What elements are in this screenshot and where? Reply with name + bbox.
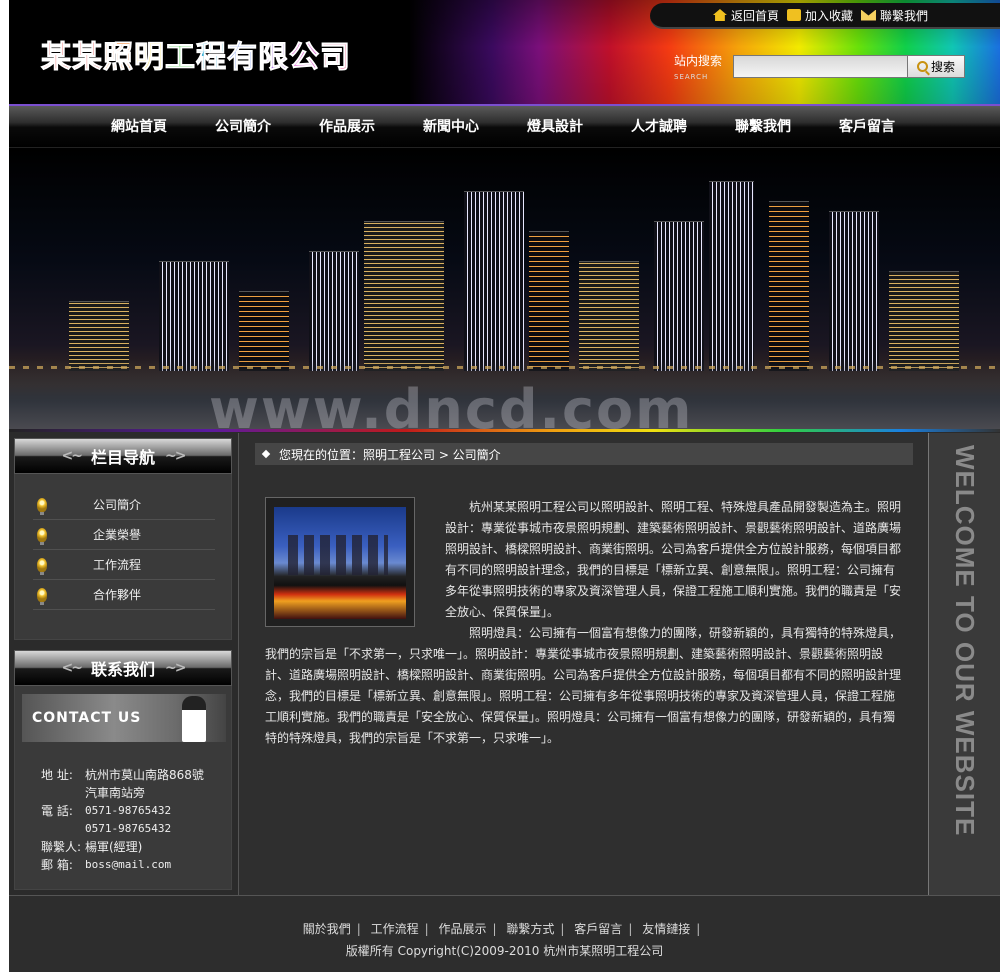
nav-item-news[interactable]: 新聞中心	[399, 116, 503, 136]
sidebar-item-about[interactable]: 公司簡介	[33, 490, 215, 520]
logo-char: 照	[103, 40, 134, 76]
lightbulb-icon	[37, 497, 47, 515]
contact-us-banner: CONTACT US	[22, 694, 226, 742]
contact-email[interactable]: boss@mail.com	[85, 856, 171, 874]
banner-building	[464, 191, 524, 371]
ornament-right-icon: ~>	[165, 448, 187, 464]
logo-char: 程	[196, 40, 227, 76]
top-links-bar: 返回首頁 加入收藏 聯繫我們	[650, 3, 1000, 29]
contact-header: <~ 联系我们 ~>	[14, 650, 232, 686]
footer-links: 關於我們 | 工作流程 | 作品展示 | 聯繫方式 | 客戶留言 | 友情鏈接 |	[302, 922, 701, 936]
phone-number: 0571-98765432	[85, 822, 172, 835]
footer-link-about[interactable]: 關於我們	[303, 922, 351, 936]
banner-building	[709, 181, 754, 371]
contact-person: 楊軍(經理)	[85, 840, 143, 854]
copyright: 版權所有 Copyright(C)2009-2010 杭州市某照明工程公司	[345, 944, 664, 958]
add-favorite-link[interactable]: 加入收藏	[786, 7, 853, 24]
banner-building	[769, 201, 809, 371]
banner-building	[889, 271, 959, 371]
article: 杭州某某照明工程公司以照明設計、照明工程、特殊燈具產品開發製造為主。照明設計：專…	[265, 497, 903, 749]
phone-number: 0571-98765432	[85, 804, 172, 817]
nav-item-contact[interactable]: 聯繫我們	[711, 116, 815, 136]
lightbulb-icon	[37, 527, 47, 545]
logo-char: 工	[165, 40, 196, 76]
nav-item-home[interactable]: 網站首頁	[87, 116, 191, 136]
nav-item-about[interactable]: 公司簡介	[191, 116, 295, 136]
welcome-side-panel: WELCOME TO OUR WEBSITE	[928, 433, 1000, 895]
home-icon	[712, 9, 727, 21]
welcome-text: WELCOME TO OUR WEBSITE	[950, 445, 980, 837]
lightbulb-icon	[37, 557, 47, 575]
header: 某某照明工程有限公司 返回首頁 加入收藏 聯繫我們 站内搜索 SEARCH 搜索	[9, 0, 1000, 104]
banner-building	[364, 221, 444, 371]
banner-building	[829, 211, 879, 371]
nav-item-lamp-design[interactable]: 燈具設計	[503, 116, 607, 136]
mail-icon	[860, 9, 876, 21]
sidebar-item-workflow[interactable]: 工作流程	[33, 550, 215, 580]
lightbulb-icon	[37, 587, 47, 605]
ornament-left-icon: <~	[61, 660, 84, 676]
footer: 關於我們 | 工作流程 | 作品展示 | 聯繫方式 | 客戶留言 | 友情鏈接 | 版權所有…	[9, 895, 1000, 972]
logo-char: 某	[41, 40, 72, 76]
main-nav: 網站首頁 公司簡介 作品展示 新聞中心 燈具設計 人才誠聘 聯繫我們 客戶留言	[9, 104, 1000, 147]
rainbow-divider	[9, 429, 1000, 432]
banner-watermark: www.dncd.com	[209, 378, 694, 429]
address-line: 杭州市莫山南路868號	[85, 768, 204, 782]
contact-info: 地 址: 杭州市莫山南路868號 汽車南站旁 電 話: 0571-98765432 …	[41, 768, 204, 874]
footer-link-contact[interactable]: 聯繫方式	[506, 922, 554, 936]
breadcrumb: 您現在的位置：照明工程公司 > 公司簡介	[255, 443, 913, 465]
banner-building	[309, 251, 359, 371]
diamond-bullet-icon	[261, 449, 271, 459]
logo-char: 限	[258, 40, 289, 76]
person-illustration	[182, 696, 206, 742]
article-paragraph: 照明燈具：公司擁有一個富有想像力的團隊，研發新穎的，具有獨特的特殊燈具，我們的宗…	[265, 626, 902, 745]
logo-char: 公	[289, 40, 320, 76]
logo-char: 有	[227, 40, 258, 76]
address-line: 汽車南站旁	[85, 786, 146, 800]
footer-link-works[interactable]: 作品展示	[439, 922, 487, 936]
logo-char: 明	[134, 40, 165, 76]
logo-char: 某	[72, 40, 103, 76]
footer-link-guestbook[interactable]: 客戶留言	[574, 922, 622, 936]
page: 某某照明工程有限公司 返回首頁 加入收藏 聯繫我們 站内搜索 SEARCH 搜索…	[9, 0, 1000, 972]
category-nav-header: <~ 栏目导航 ~>	[14, 438, 232, 474]
footer-link-friends[interactable]: 友情鏈接	[642, 922, 690, 936]
city-bridge-image	[274, 507, 406, 619]
banner-building	[654, 221, 704, 371]
search-icon	[916, 61, 928, 72]
city-night-banner: www.dncd.com	[9, 147, 1000, 429]
nav-item-works[interactable]: 作品展示	[295, 116, 399, 136]
footer-link-workflow[interactable]: 工作流程	[371, 922, 419, 936]
category-list: 公司簡介 企業榮譽 工作流程 合作夥伴	[14, 474, 232, 640]
home-link[interactable]: 返回首頁	[712, 7, 779, 24]
banner-building	[579, 261, 639, 371]
sidebar: <~ 栏目导航 ~> 公司簡介 企業榮譽 工作流程 合作夥伴 <~ 联系我们 ~…	[14, 438, 234, 890]
contact-box: CONTACT US 地 址: 杭州市莫山南路868號 汽車南站旁 電 話: 057…	[14, 686, 232, 890]
banner-building	[159, 261, 229, 371]
logo-char: 司	[320, 40, 351, 76]
article-thumbnail	[265, 497, 415, 627]
nav-item-guestbook[interactable]: 客戶留言	[815, 116, 919, 136]
search-input[interactable]	[733, 55, 909, 78]
banner-building	[529, 231, 569, 371]
nav-item-jobs[interactable]: 人才誠聘	[607, 116, 711, 136]
search-label: 站内搜索 SEARCH	[674, 54, 723, 81]
site-logo[interactable]: 某某照明工程有限公司	[41, 32, 351, 76]
sidebar-item-honors[interactable]: 企業榮譽	[33, 520, 215, 550]
contact-link[interactable]: 聯繫我們	[860, 7, 928, 24]
ornament-left-icon: <~	[61, 448, 84, 464]
sidebar-item-partners[interactable]: 合作夥伴	[33, 580, 215, 610]
main-content: 您現在的位置：照明工程公司 > 公司簡介 杭州某某照明工程公司以照明設計、照明工…	[238, 433, 928, 895]
ornament-right-icon: ~>	[165, 660, 187, 676]
search-button[interactable]: 搜索	[907, 55, 965, 78]
favorite-icon	[786, 9, 801, 21]
